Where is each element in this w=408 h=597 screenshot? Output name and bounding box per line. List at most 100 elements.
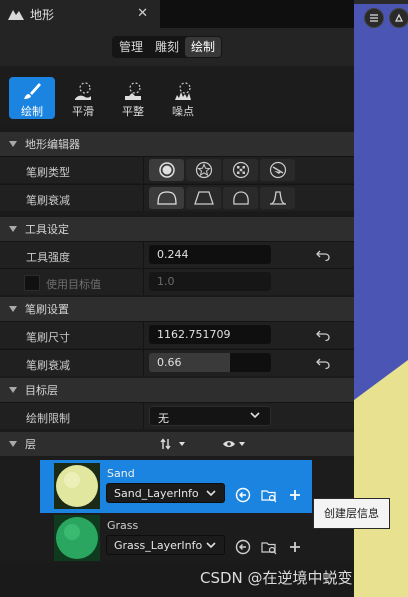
viewport-top-strip [354,0,408,4]
section-target-layer[interactable]: 目标层 [0,378,354,402]
layer-info-dropdown[interactable]: Grass_LayerInfo [106,535,225,555]
smooth-icon [75,82,91,100]
column-divider [143,350,144,376]
component-brush-icon [269,161,286,179]
brush-falloff-label: 笔刷衰减 [26,359,70,372]
section-layers[interactable]: 层 [0,432,354,456]
paint-brush-icon [24,83,41,99]
tool-flatten[interactable]: 平整 [110,77,156,119]
tool-paint-label: 绘制 [21,105,43,118]
use-target-checkbox[interactable] [24,275,40,291]
brush-size-label: 笔刷尺寸 [26,331,70,344]
tool-noise-label: 噪点 [172,105,194,118]
falloff-smooth-button[interactable] [149,187,184,209]
layer-info-value: Sand_LayerInfo [114,487,199,500]
brush-type-alpha-button[interactable] [186,159,221,181]
section-tool-settings[interactable]: 工具设定 [0,217,354,241]
reset-arrow-icon[interactable] [316,248,330,262]
sort-order-icon[interactable] [160,438,188,450]
paint-limit-row: 绘制限制 无 [0,402,354,429]
landscape-tab[interactable]: 地形 ✕ [0,0,160,28]
visibility-eye-icon[interactable] [222,439,248,449]
tab-title: 地形 [30,7,55,22]
brush-falloff-value: 0.66 [157,356,182,369]
brush-falloff-type-label: 笔刷衰减 [26,194,70,207]
brush-type-circle-button[interactable] [149,159,184,181]
collapse-arrow-icon [9,387,17,393]
tool-palette: 绘制 平滑 平整 噪点 [0,66,354,124]
layer-name: Sand [107,467,135,480]
tool-strength-label: 工具强度 [26,251,70,264]
plus-icon[interactable] [287,487,303,503]
brush-type-pattern-button[interactable] [223,159,258,181]
column-divider [143,157,144,183]
paint-limit-dropdown[interactable]: 无 [149,406,271,426]
falloff-spherical-button[interactable] [223,187,258,209]
column-divider [143,322,144,348]
layer-item-grass[interactable]: Grass Grass_LayerInfo [40,512,312,565]
brush-size-field[interactable]: 1162.751709 [149,325,271,344]
chevron-down-icon [250,412,260,419]
hamburger-icon [370,14,378,22]
section-brush-settings[interactable]: 笔刷设置 [0,297,354,321]
tool-flatten-label: 平整 [122,105,144,118]
falloff-tip-button[interactable] [260,187,295,209]
paint-limit-value: 无 [158,412,169,425]
section-title: 地形编辑器 [25,138,80,151]
viewport-perspective-button[interactable] [389,8,408,28]
sand-layer-thumbnail [54,463,100,509]
brush-falloff-type-row: 笔刷衰减 [0,184,354,211]
section-title: 笔刷设置 [25,303,69,316]
layer-name: Grass [107,519,139,532]
collapse-arrow-icon [9,141,17,147]
column-divider [143,403,144,429]
column-divider [143,242,144,268]
noise-icon [175,82,191,100]
mode-paint[interactable]: 绘制 [185,37,222,57]
section-title: 层 [25,438,36,451]
tool-noise[interactable]: 噪点 [160,77,206,119]
reset-arrow-icon[interactable] [316,356,330,370]
tool-paint[interactable]: 绘制 [9,77,55,119]
create-layer-info-tooltip: 创建层信息 [313,498,390,529]
layer-item-sand[interactable]: Sand Sand_LayerInfo [40,460,312,513]
mode-sculpt[interactable]: 雕刻 [149,37,185,57]
collapse-arrow-icon [9,306,17,312]
brush-type-row: 笔刷类型 [0,156,354,183]
mode-switcher: 管理 雕刻 绘制 [112,36,223,58]
layer-info-value: Grass_LayerInfo [114,539,203,552]
falloff-linear-button[interactable] [186,187,221,209]
tool-strength-field[interactable]: 0.244 [149,245,271,264]
target-value: 1.0 [157,275,175,288]
use-selected-arrow-icon[interactable] [235,487,251,503]
brush-type-component-button[interactable] [260,159,295,181]
use-target-row: 使用目标值 1.0 [0,268,354,295]
section-title: 目标层 [25,384,58,397]
section-landscape-editor[interactable]: 地形编辑器 [0,132,354,156]
column-divider [143,185,144,211]
layer-info-dropdown[interactable]: Sand_LayerInfo [106,483,225,503]
tool-smooth[interactable]: 平滑 [60,77,106,119]
perspective-icon [395,13,403,22]
browse-folder-icon[interactable] [261,539,277,555]
flatten-icon [125,82,141,100]
plus-icon[interactable] [287,539,303,555]
brush-falloff-row: 笔刷衰减 0.66 [0,349,354,376]
close-tab-icon[interactable]: ✕ [137,6,148,21]
circle-brush-icon [158,162,175,178]
reset-arrow-icon[interactable] [316,328,330,342]
browse-folder-icon[interactable] [261,487,277,503]
paint-limit-label: 绘制限制 [26,412,70,425]
landscape-panel: 地形 ✕ 管理 雕刻 绘制 绘制 平滑 平整 噪点 地形编辑器 笔刷类型 笔刷衰… [0,0,354,597]
chevron-down-icon [206,542,216,549]
brush-size-row: 笔刷尺寸 1162.751709 [0,321,354,348]
column-divider [143,269,144,295]
viewport-menu-button[interactable] [364,8,384,28]
brush-falloff-slider[interactable]: 0.66 [149,353,271,372]
use-selected-arrow-icon[interactable] [235,539,251,555]
use-target-label: 使用目标值 [46,278,101,291]
grass-layer-thumbnail [54,515,100,561]
collapse-arrow-icon [9,226,17,232]
mode-manage[interactable]: 管理 [113,37,149,57]
section-title: 工具设定 [25,223,69,236]
